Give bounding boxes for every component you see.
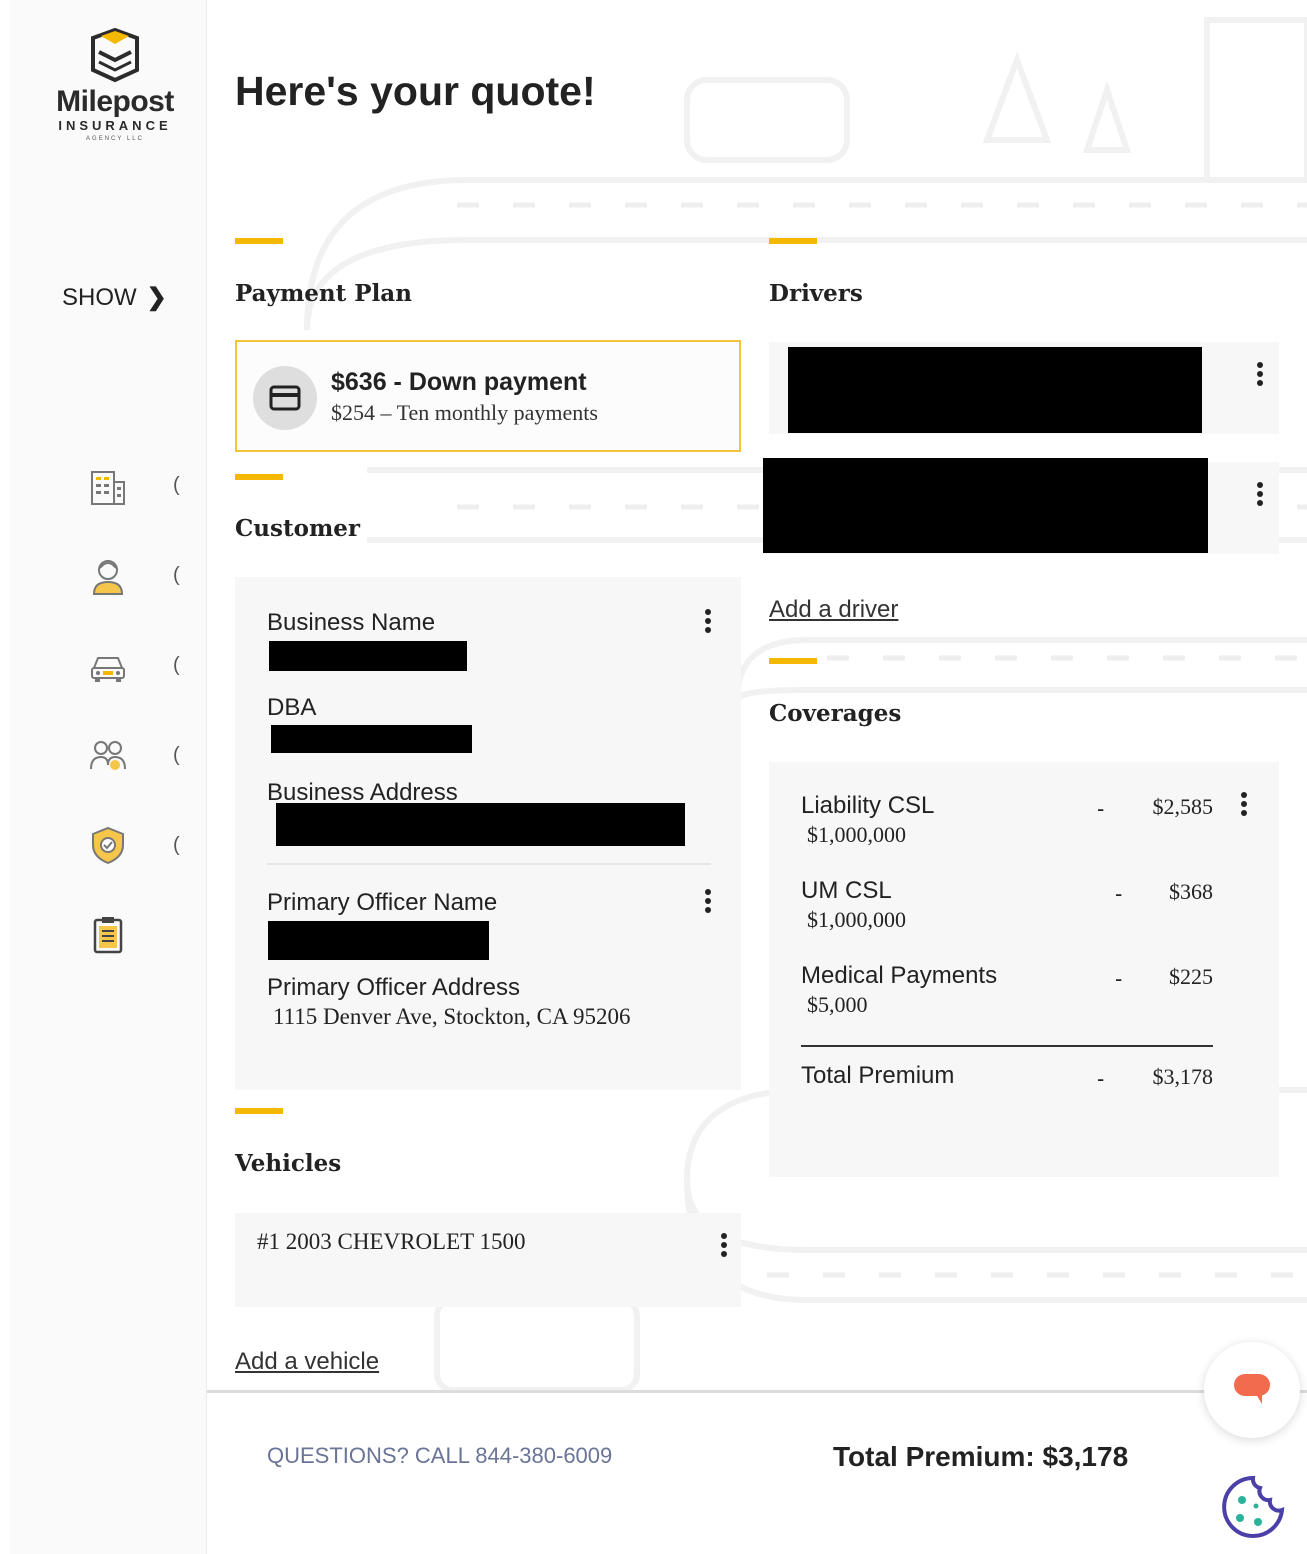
chevron-right-icon: ❯ [146,284,167,311]
driver-card[interactable] [763,458,1279,554]
dba-label: DBA [267,694,317,721]
accent-bar [235,238,283,244]
coverage-limit: $5,000 [807,992,868,1017]
redacted-officer-name [268,921,489,960]
vehicle-menu-icon[interactable] [717,1233,731,1261]
divider [267,863,711,865]
coverages-panel: Liability CSL $1,000,000 - $2,585 UM CSL… [769,762,1279,1177]
coverage-dash: - [1115,881,1123,906]
total-premium-label: Total Premium [801,1062,955,1089]
logo-mark-icon [91,28,139,83]
redacted-business-address [276,803,685,846]
clipboard-icon[interactable] [88,914,128,954]
primary-officer-address-label: Primary Officer Address [267,974,520,1001]
accent-bar [769,658,817,664]
nav-marker: ( [173,564,180,586]
payment-plan-card[interactable]: $636 - Down payment $254 – Ten monthly p… [235,340,741,452]
total-divider [801,1045,1213,1047]
coverage-name: Medical Payments [801,962,998,989]
redacted-dba [271,725,472,753]
accent-bar [769,238,817,244]
show-label: SHOW [62,284,137,311]
chat-bubble-icon [1234,1374,1270,1404]
sidebar: Milepost INSURANCE AGENCY LLC SHOW ❯ ( ( … [10,0,207,1554]
total-premium-amount: $3,178 [1152,1064,1214,1089]
nav-marker: ( [173,654,180,676]
coverages-heading: Coverages [769,700,902,727]
payment-plan-heading: Payment Plan [235,280,412,307]
coverage-row: Medical Payments $5,000 - $225 [801,962,1213,1018]
nav-marker: ( [173,474,180,496]
main-content: Here's your quote! Payment Plan $636 - D… [207,0,1307,1554]
coverage-limit: $1,000,000 [807,907,906,932]
brand-agency: AGENCY LLC [86,136,144,142]
total-premium-row: Total Premium - $3,178 [801,1062,1214,1091]
coverage-menu-icon[interactable] [1237,792,1251,820]
business-icon[interactable] [88,468,128,508]
customer-panel: Business Name DBA Business Address Prima… [235,577,741,1090]
brand-sub: INSURANCE [58,118,172,133]
footer-divider [207,1390,1307,1393]
redacted-driver [788,347,1202,433]
down-payment-text: $636 - Down payment [331,368,587,396]
vehicle-item: #1 2003 CHEVROLET 1500 [257,1229,526,1254]
driver-card[interactable] [769,342,1279,434]
redacted-business-name [269,641,467,671]
page-title: Here's your quote! [235,68,596,114]
coverage-limit: $1,000,000 [807,822,906,847]
vehicle-icon[interactable] [88,646,128,686]
coverage-amount: $225 [1169,964,1213,989]
drivers-heading: Drivers [769,280,863,307]
primary-officer-address: 1115 Denver Ave, Stockton, CA 95206 [273,1004,631,1029]
business-menu-icon[interactable] [701,609,715,637]
vehicles-heading: Vehicles [235,1150,342,1177]
customer-heading: Customer [235,515,361,542]
accent-bar [235,1108,283,1114]
shield-icon[interactable] [88,825,128,865]
accent-bar [235,474,283,480]
show-toggle-button[interactable]: SHOW ❯ [62,283,167,312]
driver-menu-icon[interactable] [1253,482,1267,510]
coverage-amount: $2,585 [1152,794,1214,819]
credit-card-icon [253,366,317,430]
questions-phone-link[interactable]: QUESTIONS? CALL 844-380-6009 [267,1443,612,1469]
drivers-icon[interactable] [88,735,128,775]
nav-marker: ( [173,834,180,856]
redacted-driver [763,458,1208,553]
add-vehicle-link[interactable]: Add a vehicle [235,1348,379,1376]
add-driver-link[interactable]: Add a driver [769,596,898,624]
coverage-row: UM CSL $1,000,000 - $368 [801,877,1213,933]
coverage-name: UM CSL [801,877,892,904]
business-name-label: Business Name [267,609,436,636]
monthly-payments-text: $254 – Ten monthly payments [331,400,598,425]
total-dash: - [1097,1066,1105,1091]
coverage-dash: - [1115,966,1123,991]
coverage-row: Liability CSL $1,000,000 - $2,585 [801,792,1213,848]
vehicle-card[interactable]: #1 2003 CHEVROLET 1500 [235,1213,741,1307]
footer-total-premium: Total Premium: $3,178 [833,1441,1129,1472]
cookie-icon[interactable] [1220,1474,1286,1540]
officer-menu-icon[interactable] [701,889,715,917]
driver-menu-icon[interactable] [1253,362,1267,390]
coverage-name: Liability CSL [801,792,935,819]
brand-logo[interactable]: Milepost INSURANCE AGENCY LLC [40,28,190,142]
nav-marker: ( [173,744,180,766]
primary-officer-name-label: Primary Officer Name [267,889,498,916]
officer-icon[interactable] [88,556,128,596]
coverage-dash: - [1097,796,1105,821]
coverage-amount: $368 [1169,879,1213,904]
brand-name: Milepost [56,85,174,118]
chat-button[interactable] [1204,1342,1300,1438]
